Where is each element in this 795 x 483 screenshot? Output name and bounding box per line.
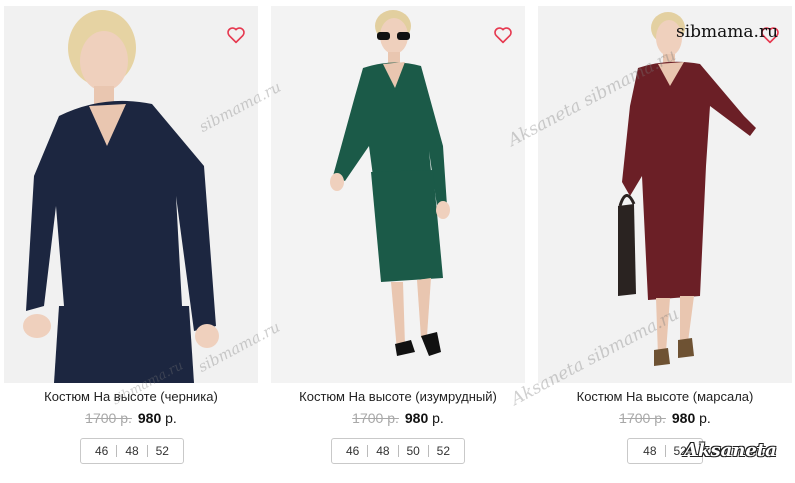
size-option[interactable]: 48 bbox=[117, 444, 146, 458]
size-selector: 46 48 50 52 bbox=[331, 438, 465, 464]
product-card: Костюм На высоте (марсала) 1700 р. 980 р.… bbox=[538, 0, 792, 483]
heart-outline-icon bbox=[761, 27, 779, 44]
favorite-button[interactable] bbox=[760, 26, 780, 44]
old-price: 1700 р. bbox=[85, 410, 132, 426]
currency: р. bbox=[165, 410, 177, 426]
old-price: 1700 р. bbox=[352, 410, 399, 426]
heart-outline-icon bbox=[494, 27, 512, 44]
price-row: 1700 р. 980 р. bbox=[4, 410, 258, 426]
model-photo-illustration bbox=[538, 6, 792, 383]
current-price: 980 bbox=[137, 410, 162, 426]
current-price: 980 bbox=[404, 410, 429, 426]
product-card: Костюм На высоте (черника) 1700 р. 980 р.… bbox=[4, 0, 258, 483]
currency: р. bbox=[699, 410, 711, 426]
size-option[interactable]: 48 bbox=[368, 444, 397, 458]
product-photo[interactable] bbox=[538, 6, 792, 383]
product-card: Костюм На высоте (изумрудный) 1700 р. 980… bbox=[271, 0, 525, 483]
price-row: 1700 р. 980 р. bbox=[271, 410, 525, 426]
size-option[interactable]: 46 bbox=[87, 444, 116, 458]
currency: р. bbox=[432, 410, 444, 426]
product-grid: Костюм На высоте (черника) 1700 р. 980 р.… bbox=[0, 0, 795, 483]
product-title[interactable]: Костюм На высоте (черника) bbox=[4, 389, 258, 404]
favorite-button[interactable] bbox=[493, 26, 513, 44]
model-photo-illustration bbox=[271, 6, 525, 383]
favorite-button[interactable] bbox=[226, 26, 246, 44]
current-price: 980 bbox=[671, 410, 696, 426]
size-option[interactable]: 52 bbox=[429, 444, 458, 458]
size-option[interactable]: 52 bbox=[666, 444, 695, 458]
model-photo-illustration bbox=[4, 6, 258, 383]
size-option[interactable]: 52 bbox=[148, 444, 177, 458]
size-option[interactable]: 50 bbox=[398, 444, 427, 458]
heart-outline-icon bbox=[227, 27, 245, 44]
product-title[interactable]: Костюм На высоте (изумрудный) bbox=[271, 389, 525, 404]
price-row: 1700 р. 980 р. bbox=[538, 410, 792, 426]
product-title[interactable]: Костюм На высоте (марсала) bbox=[538, 389, 792, 404]
size-selector: 46 48 52 bbox=[80, 438, 184, 464]
size-option[interactable]: 46 bbox=[338, 444, 367, 458]
product-photo[interactable] bbox=[271, 6, 525, 383]
size-option[interactable]: 48 bbox=[635, 444, 664, 458]
old-price: 1700 р. bbox=[619, 410, 666, 426]
size-selector: 48 52 bbox=[627, 438, 703, 464]
product-photo[interactable] bbox=[4, 6, 258, 383]
